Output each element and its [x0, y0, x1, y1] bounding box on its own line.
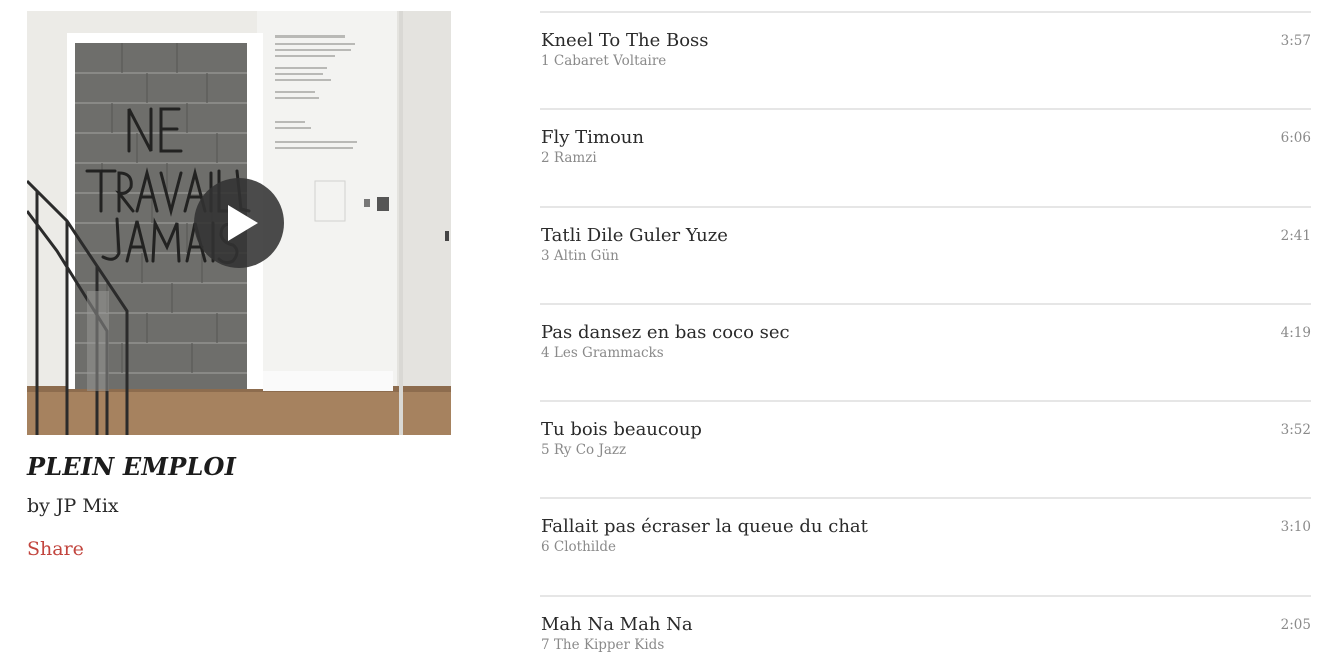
- track-title: Kneel To The Boss: [541, 30, 709, 51]
- track-row[interactable]: Tatli Dile Guler Yuze 3 Altin Gün 2:41: [540, 205, 1311, 303]
- track-title: Fallait pas écraser la queue du chat: [541, 516, 868, 538]
- mix-page: PLEIN EMPLOI by JP Mix Share Kneel To Th…: [0, 0, 1344, 660]
- track-number-artist: 5 Ry Co Jazz: [541, 442, 627, 459]
- track-number-artist: 6 Clothilde: [541, 539, 617, 556]
- track-list: Kneel To The Boss 1 Cabaret Voltaire 3:5…: [540, 11, 1311, 660]
- track-number-artist: 1 Cabaret Voltaire: [541, 53, 667, 69]
- track-duration: 2:41: [1280, 227, 1311, 244]
- track-duration: 3:57: [1280, 33, 1311, 49]
- track-number-artist: 2 Ramzi: [541, 150, 597, 167]
- track-duration: 3:10: [1280, 519, 1311, 536]
- track-number-artist: 4 Les Grammacks: [541, 344, 664, 361]
- album-title: PLEIN EMPLOI: [27, 452, 237, 481]
- track-duration: 2:05: [1280, 616, 1311, 633]
- track-duration: 6:06: [1280, 130, 1311, 147]
- track-title: Pas dansez en bas coco sec: [541, 321, 790, 343]
- play-button[interactable]: [194, 178, 284, 268]
- track-row[interactable]: Tu bois beaucoup 5 Ry Co Jazz 3:52: [540, 400, 1311, 497]
- track-number-artist: 7 The Kipper Kids: [541, 636, 665, 653]
- track-title: Tu bois beaucoup: [541, 419, 702, 441]
- album-cover[interactable]: [27, 11, 451, 435]
- track-row[interactable]: Pas dansez en bas coco sec 4 Les Grammac…: [540, 302, 1311, 400]
- track-row[interactable]: Fallait pas écraser la queue du chat 6 C…: [540, 497, 1311, 594]
- track-duration: 4:19: [1280, 324, 1311, 341]
- play-icon: [228, 205, 258, 241]
- album-artist: by JP Mix: [27, 495, 119, 517]
- track-row[interactable]: Fly Timoun 2 Ramzi 6:06: [540, 108, 1311, 205]
- track-title: Mah Na Mah Na: [541, 613, 693, 635]
- track-row[interactable]: Kneel To The Boss 1 Cabaret Voltaire 3:5…: [540, 11, 1311, 108]
- track-title: Fly Timoun: [541, 127, 644, 149]
- share-link[interactable]: Share: [27, 538, 84, 560]
- track-duration: 3:52: [1280, 422, 1311, 439]
- track-number-artist: 3 Altin Gün: [541, 247, 619, 264]
- track-title: Tatli Dile Guler Yuze: [541, 224, 728, 246]
- track-row[interactable]: Mah Na Mah Na 7 The Kipper Kids 2:05: [540, 594, 1311, 660]
